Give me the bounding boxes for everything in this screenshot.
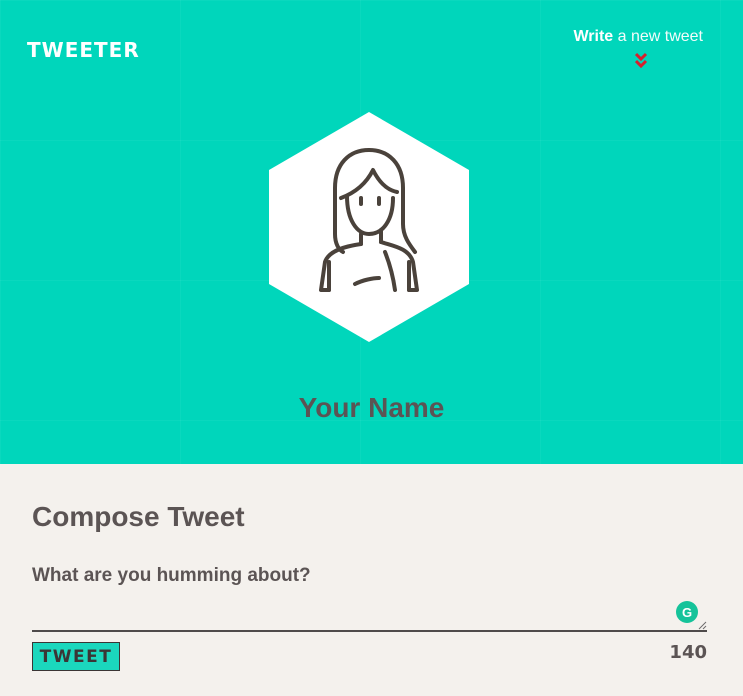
grammarly-icon[interactable]: G — [676, 601, 698, 623]
profile-name: Your Name — [298, 392, 445, 423]
write-new-tweet-link[interactable]: Write a new tweet — [573, 28, 703, 46]
char-counter: 140 — [669, 642, 707, 663]
tweet-button[interactable]: TWEET — [32, 642, 120, 671]
double-chevron-down-icon[interactable] — [634, 52, 648, 68]
compose-label: What are you humming about? — [32, 565, 311, 586]
write-link-strong: Write — [573, 28, 614, 45]
profile-header: TWEETER Write a new tweet Your Name — [0, 0, 743, 464]
tweet-textarea[interactable] — [32, 596, 707, 632]
write-link-rest: a new tweet — [613, 28, 703, 45]
brand-logo[interactable]: TWEETER — [27, 38, 140, 62]
compose-title: Compose Tweet — [32, 501, 245, 532]
user-avatar-icon — [269, 112, 469, 342]
resize-handle-icon[interactable] — [697, 620, 707, 630]
